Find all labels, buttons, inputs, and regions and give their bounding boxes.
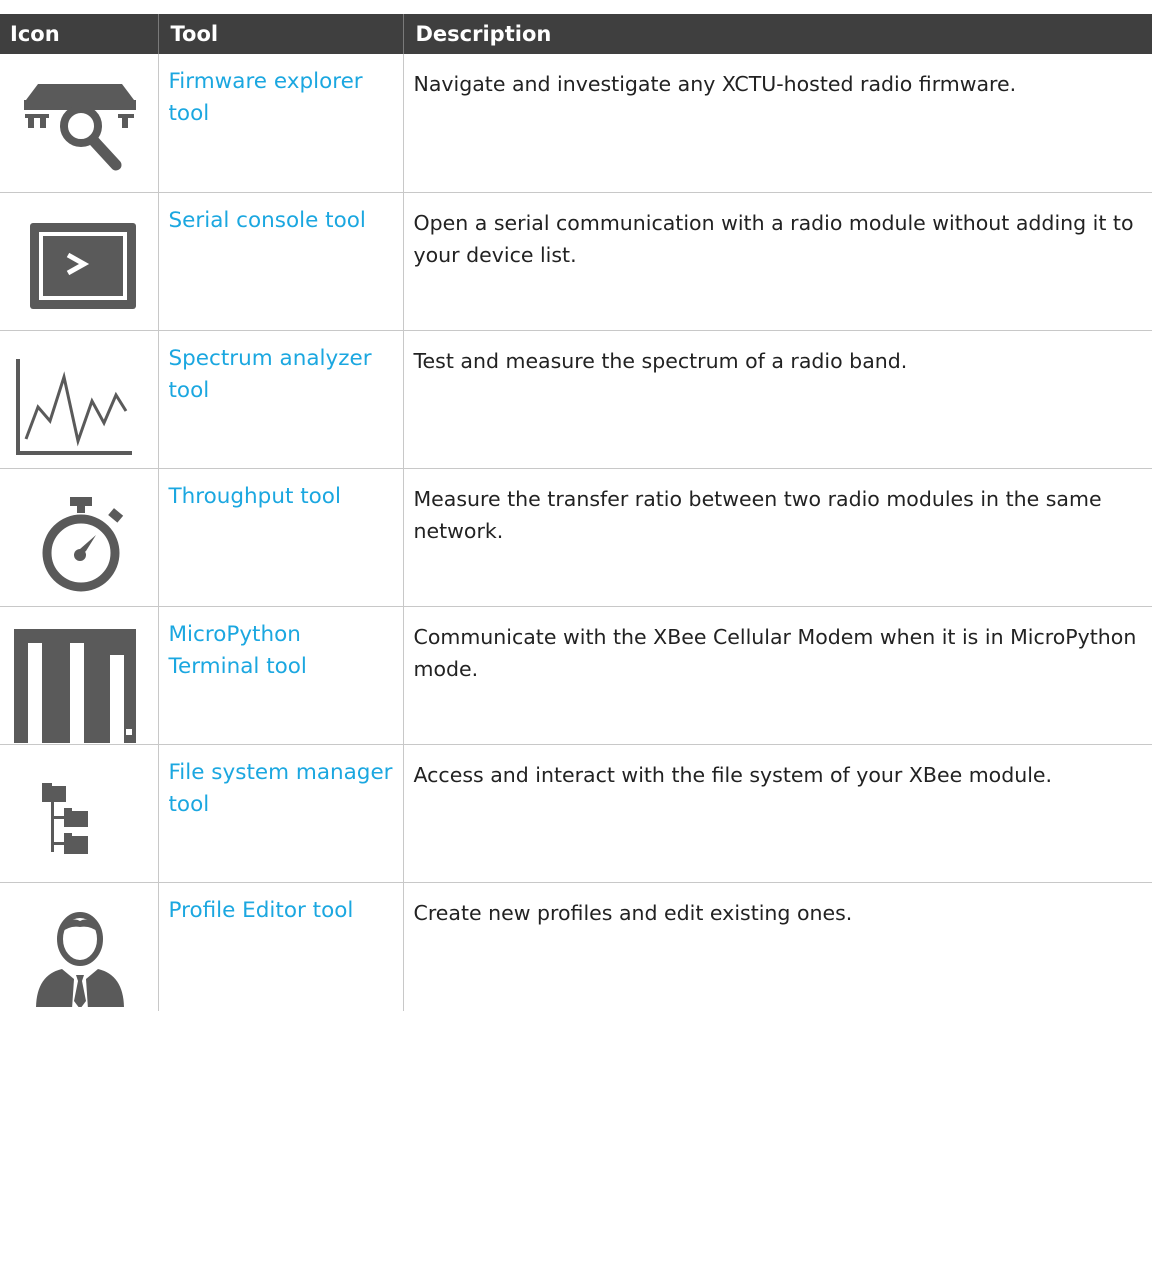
tool-cell: Spectrum analyzer tool — [157, 330, 403, 469]
table-row: Profile Editor tool Create new profiles … — [0, 882, 1152, 1011]
icon-cell — [0, 606, 158, 745]
tool-link-throughput[interactable]: Throughput tool — [159, 469, 403, 513]
description-cell: Open a serial communication with a radio… — [402, 192, 1152, 331]
description-text: Communicate with the XBee Cellular Modem… — [413, 624, 1137, 681]
description-cell: Communicate with the XBee Cellular Modem… — [402, 606, 1152, 745]
tool-link-spectrum-analyzer[interactable]: Spectrum analyzer tool — [159, 331, 403, 407]
spectrum-analyzer-icon — [16, 358, 132, 455]
table-row: MicroPython Terminal tool Communicate wi… — [0, 606, 1152, 745]
stopwatch-icon — [42, 496, 124, 591]
description-text: Test and measure the spectrum of a radio… — [413, 348, 908, 373]
header-tool: Tool — [157, 14, 403, 54]
tool-cell: Serial console tool — [157, 192, 403, 331]
description-text: Measure the transfer ratio between two r… — [413, 486, 1102, 543]
firmware-explorer-icon — [24, 84, 136, 171]
profile-user-icon — [36, 911, 124, 1007]
icon-cell — [0, 744, 158, 883]
description-text: Navigate and investigate any XCTU-hosted… — [413, 72, 1017, 96]
table-row: Firmware explorer tool Navigate and inve… — [0, 54, 1152, 193]
description-text: Access and interact with the file system… — [413, 762, 1053, 787]
table-row: Throughput tool Measure the transfer rat… — [0, 468, 1152, 607]
header-icon: Icon — [0, 14, 158, 54]
icon-cell — [0, 192, 158, 331]
icon-cell — [0, 330, 158, 469]
table-row: Serial console tool Open a serial commun… — [0, 192, 1152, 331]
tool-cell: Firmware explorer tool — [157, 54, 403, 193]
description-cell: Navigate and investigate any XCTU-hosted… — [402, 54, 1152, 193]
icon-cell — [0, 468, 158, 607]
tool-link-file-system-manager[interactable]: File system manager tool — [159, 745, 403, 821]
icon-cell — [0, 882, 158, 1011]
tool-link-micropython-terminal[interactable]: MicroPython Terminal tool — [159, 607, 403, 683]
tool-cell: Throughput tool — [157, 468, 403, 607]
description-cell: Measure the transfer ratio between two r… — [402, 468, 1152, 607]
tool-link-profile-editor[interactable]: Profile Editor tool — [159, 883, 403, 927]
description-cell: Test and measure the spectrum of a radio… — [402, 330, 1152, 469]
header-description: Description — [402, 14, 1152, 54]
micropython-icon — [14, 628, 136, 743]
file-system-tree-icon — [42, 782, 88, 854]
description-text: Open a serial communication with a radio… — [413, 210, 1134, 267]
table-header-row: Icon Tool Description — [0, 14, 1152, 54]
tool-link-serial-console[interactable]: Serial console tool — [159, 193, 403, 237]
tool-link-firmware-explorer[interactable]: Firmware explorer tool — [159, 54, 403, 130]
tool-cell: MicroPython Terminal tool — [157, 606, 403, 745]
tool-cell: File system manager tool — [157, 744, 403, 883]
table-row: File system manager tool Access and inte… — [0, 744, 1152, 883]
serial-console-icon — [30, 222, 136, 309]
description-cell: Access and interact with the file system… — [402, 744, 1152, 883]
table-row: Spectrum analyzer tool Test and measure … — [0, 330, 1152, 469]
icon-cell — [0, 54, 158, 193]
tool-cell: Profile Editor tool — [157, 882, 403, 1011]
tools-table: Icon Tool Description Firmware explorer … — [0, 14, 1152, 1011]
description-cell: Create new profiles and edit existing on… — [402, 882, 1152, 1011]
description-text: Create new profiles and edit existing on… — [413, 900, 853, 925]
